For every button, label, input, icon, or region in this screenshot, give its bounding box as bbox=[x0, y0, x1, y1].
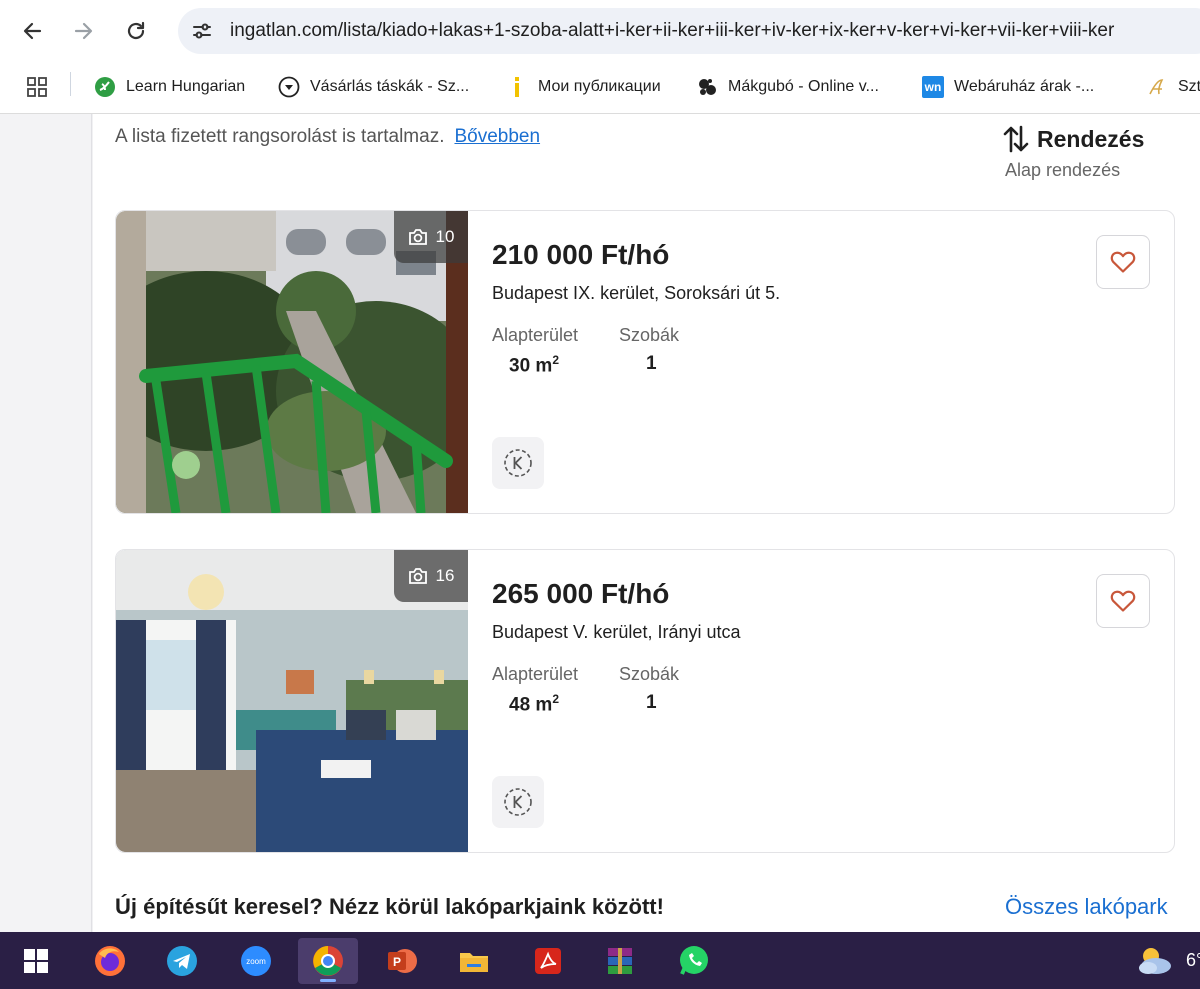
back-button[interactable] bbox=[14, 13, 50, 49]
bookmarks-bar: Learn Hungarian Vásárlás táskák - Sz... … bbox=[0, 62, 1200, 114]
area-value: 30 m2 bbox=[509, 353, 560, 377]
more-info-link[interactable]: Bővebben bbox=[454, 126, 540, 147]
site-settings-icon[interactable] bbox=[190, 19, 214, 43]
area-label: Alapterület bbox=[492, 664, 579, 684]
bookmark-webaruhaz[interactable]: wn Webáruház árak -... bbox=[922, 74, 1094, 100]
whatsapp-icon bbox=[680, 946, 708, 975]
taskbar-powerpoint[interactable]: P bbox=[372, 938, 432, 984]
taskbar-zoom[interactable]: zoom bbox=[226, 938, 286, 984]
acrobat-icon bbox=[535, 948, 561, 974]
listing-photo[interactable]: 10 bbox=[116, 211, 468, 513]
k-badge[interactable] bbox=[492, 437, 544, 489]
winrar-icon bbox=[608, 948, 632, 974]
listing-address[interactable]: Budapest IX. kerület, Soroksári út 5. bbox=[492, 283, 780, 304]
heart-icon bbox=[1110, 251, 1136, 273]
address-bar[interactable]: ingatlan.com/lista/kiado+lakas+1-szoba-a… bbox=[178, 8, 1200, 54]
script-a-icon bbox=[1146, 76, 1168, 98]
camera-icon bbox=[408, 229, 427, 245]
reload-button[interactable] bbox=[118, 13, 154, 49]
listing-price[interactable]: 210 000 Ft/hó bbox=[492, 239, 669, 271]
browser-toolbar: ingatlan.com/lista/kiado+lakas+1-szoba-a… bbox=[0, 0, 1200, 62]
sort-control[interactable]: Rendezés Alap rendezés bbox=[1003, 124, 1144, 181]
chrome-icon bbox=[313, 946, 343, 976]
left-gutter bbox=[0, 114, 92, 932]
firefox-icon bbox=[95, 946, 125, 976]
taskbar-chrome[interactable] bbox=[298, 938, 358, 984]
rooms-value: 1 bbox=[646, 692, 657, 713]
apps-grid-icon bbox=[27, 77, 47, 97]
heart-icon bbox=[1110, 590, 1136, 612]
sort-arrows-icon bbox=[1003, 125, 1029, 153]
bookmark-szt[interactable]: Szt bbox=[1146, 74, 1200, 100]
listing-photo[interactable]: 16 bbox=[116, 550, 468, 852]
favorite-button[interactable] bbox=[1096, 574, 1150, 628]
k-badge[interactable] bbox=[492, 776, 544, 828]
apps-button[interactable] bbox=[26, 74, 48, 100]
area-value: 48 m2 bbox=[509, 692, 560, 716]
taskbar-telegram[interactable] bbox=[152, 938, 212, 984]
bookmark-vasarlas[interactable]: Vásárlás táskák - Sz... bbox=[278, 74, 469, 100]
k-circle-icon bbox=[504, 449, 532, 477]
start-button[interactable] bbox=[6, 938, 66, 984]
bookmark-learn-hungarian[interactable]: Learn Hungarian bbox=[94, 74, 245, 100]
url-text[interactable]: ingatlan.com/lista/kiado+lakas+1-szoba-a… bbox=[230, 20, 1114, 42]
sort-value: Alap rendezés bbox=[1005, 160, 1121, 180]
folder-icon bbox=[460, 953, 488, 972]
leaf-icon bbox=[94, 76, 116, 98]
k-circle-icon bbox=[504, 788, 532, 816]
telegram-icon bbox=[167, 946, 197, 976]
svg-text:zoom: zoom bbox=[246, 957, 266, 966]
taskbar-whatsapp[interactable] bbox=[664, 938, 724, 984]
listing-price[interactable]: 265 000 Ft/hó bbox=[492, 578, 669, 610]
new-developments-heading: Új építésűt keresel? Nézz körül lakópark… bbox=[115, 894, 664, 919]
photo-count: 10 bbox=[394, 211, 468, 263]
bookmarks-separator bbox=[70, 72, 71, 96]
taskbar-file-explorer[interactable] bbox=[444, 938, 504, 984]
rooms-value: 1 bbox=[646, 353, 657, 374]
weather-temperature: 6° bbox=[1186, 950, 1200, 970]
bookmark-moi-publikacii[interactable]: Мои публикации bbox=[506, 74, 661, 100]
poppy-icon bbox=[696, 76, 718, 98]
bookmark-makgubo[interactable]: Mákgubó - Online v... bbox=[696, 74, 879, 100]
windows-taskbar: zoom P 6° bbox=[0, 932, 1200, 989]
paid-ranking-notice: A lista fizetett rangsorolást is tartalm… bbox=[115, 126, 541, 147]
forward-button[interactable] bbox=[66, 13, 102, 49]
rooms-label: Szobák bbox=[619, 325, 680, 345]
cloudy-weather-icon bbox=[1139, 948, 1171, 974]
area-label: Alapterület bbox=[492, 325, 579, 345]
taskbar-winrar[interactable] bbox=[590, 938, 650, 984]
taskbar-acrobat[interactable] bbox=[518, 938, 578, 984]
listing-address[interactable]: Budapest V. kerület, Irányi utca bbox=[492, 622, 740, 643]
zoom-icon: zoom bbox=[241, 946, 271, 976]
photo-count: 16 bbox=[394, 550, 468, 602]
rooms-label: Szobák bbox=[619, 664, 680, 684]
favorite-button[interactable] bbox=[1096, 235, 1150, 289]
all-developments-link[interactable]: Összes lakópark bbox=[1005, 894, 1168, 920]
reload-icon bbox=[127, 21, 145, 40]
arrow-right-icon bbox=[74, 22, 93, 40]
powerpoint-icon: P bbox=[388, 949, 417, 973]
arrow-left-icon bbox=[23, 22, 42, 40]
listing-card[interactable]: 16 265 000 Ft/hó Budapest V. kerület, Ir… bbox=[115, 549, 1175, 853]
yellow-bar-icon bbox=[506, 76, 528, 98]
listing-card[interactable]: 10 210 000 Ft/hó Budapest IX. kerület, S… bbox=[115, 210, 1175, 514]
wn-icon: wn bbox=[922, 76, 944, 98]
svg-text:P: P bbox=[393, 955, 401, 969]
windows-logo-icon bbox=[24, 949, 48, 973]
camera-icon bbox=[408, 568, 427, 584]
weather-widget[interactable] bbox=[1126, 938, 1182, 984]
sort-label: Rendezés bbox=[1037, 125, 1145, 152]
listing-page: A lista fizetett rangsorolást is tartalm… bbox=[93, 114, 1200, 932]
taskbar-firefox[interactable] bbox=[80, 938, 140, 984]
chevron-circle-icon bbox=[278, 76, 300, 98]
